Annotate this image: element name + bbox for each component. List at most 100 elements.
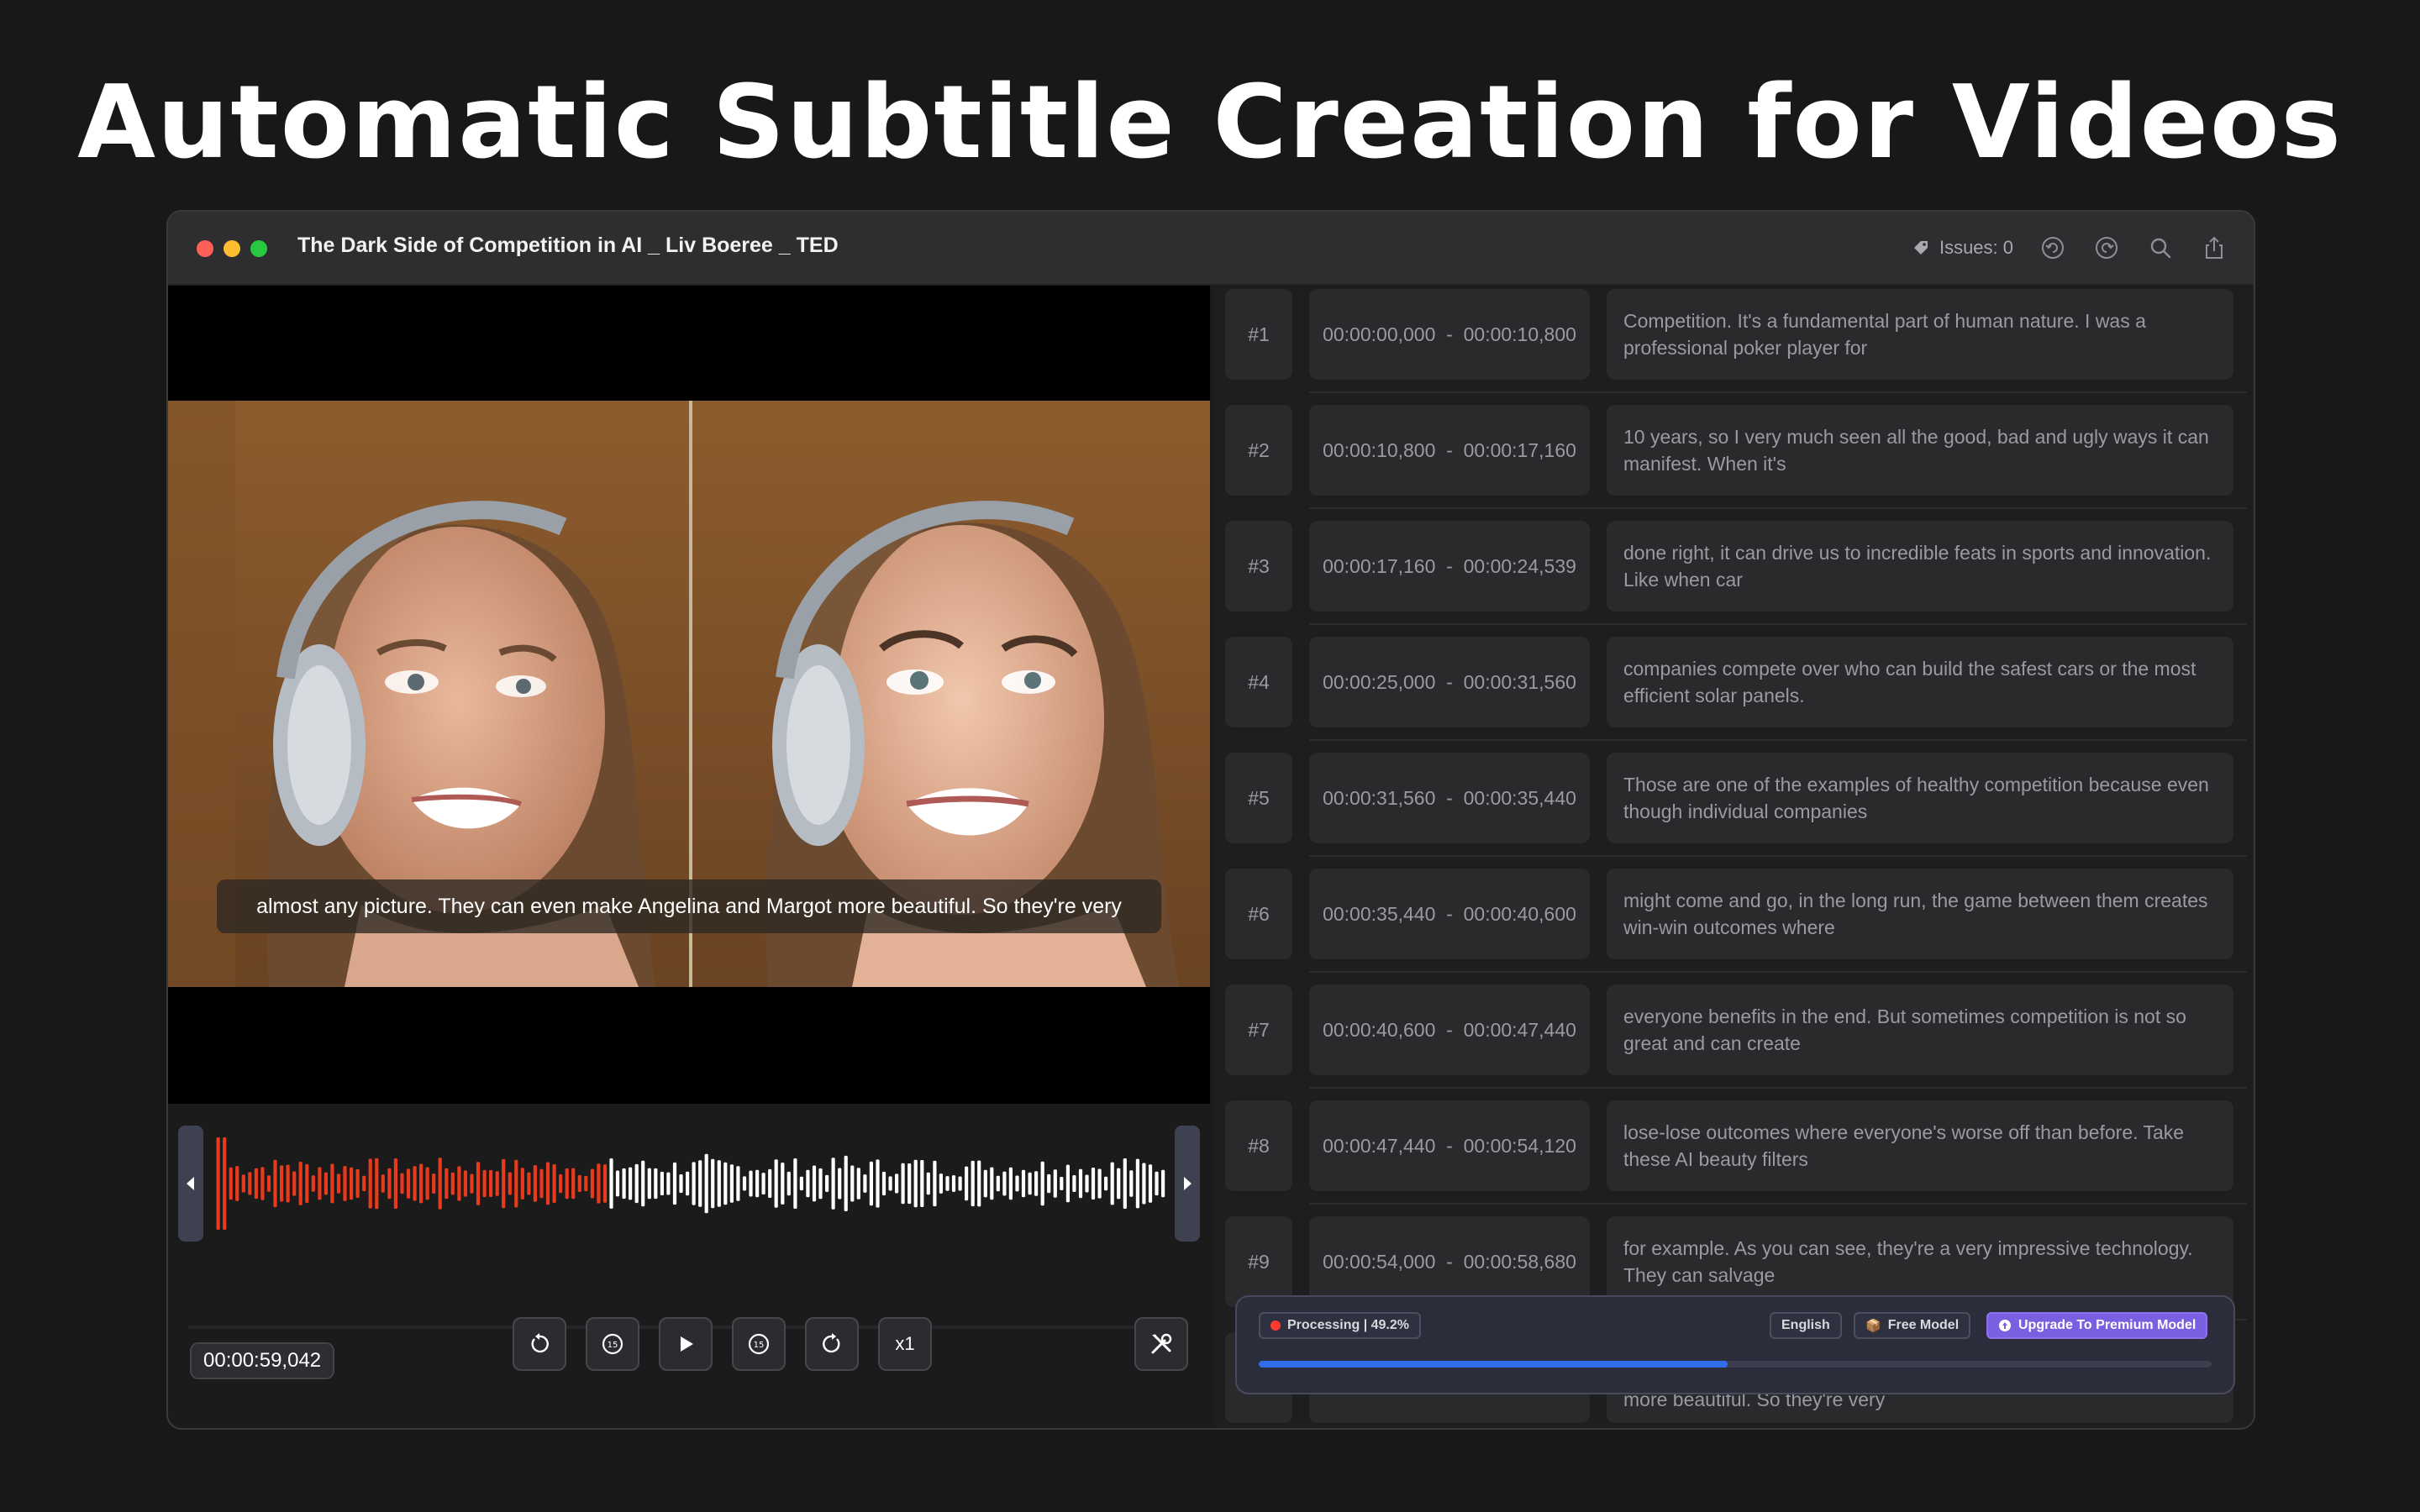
subtitle-end-time[interactable]: 00:00:17,160 [1464, 439, 1576, 462]
subtitle-text[interactable]: Competition. It's a fundamental part of … [1607, 289, 2233, 380]
subtitle-text[interactable]: Those are one of the examples of healthy… [1607, 753, 2233, 843]
subtitle-start-time[interactable]: 00:00:00,000 [1323, 323, 1435, 346]
upgrade-button[interactable]: Upgrade To Premium Model [1986, 1312, 2208, 1339]
subtitle-end-time[interactable]: 00:00:10,800 [1464, 323, 1576, 346]
subtitle-timecode[interactable]: 00:00:40,600 - 00:00:47,440 [1309, 984, 1590, 1075]
rewind-button[interactable] [513, 1317, 566, 1371]
search-button[interactable] [2146, 234, 2175, 262]
video-player[interactable]: almost any picture. They can even make A… [168, 286, 1210, 1104]
waveform-bar [1161, 1169, 1165, 1198]
subtitle-row[interactable]: #9 00:00:54,000 - 00:00:58,680 for example… [1225, 1216, 2247, 1320]
waveform-bar [514, 1159, 518, 1208]
subtitle-row[interactable]: #3 00:00:17,160 - 00:00:24,539 done right,… [1225, 521, 2247, 625]
skip-back-15-button[interactable]: 15 [586, 1317, 639, 1371]
waveform-bar [939, 1173, 943, 1194]
subtitle-text[interactable]: might come and go, in the long run, the … [1607, 869, 2233, 959]
subtitle-row[interactable]: #4 00:00:25,000 - 00:00:31,560 companies c… [1225, 637, 2247, 741]
waveform-bar [666, 1172, 671, 1195]
waveform-bar [229, 1167, 233, 1200]
minimize-window-button[interactable] [224, 240, 240, 257]
subtitle-end-time[interactable]: 00:00:24,539 [1464, 555, 1576, 578]
timeline-scroll-right-button[interactable] [1175, 1126, 1200, 1242]
subtitle-row[interactable]: #7 00:00:40,600 - 00:00:47,440 everyone be… [1225, 984, 2247, 1089]
subtitle-timecode[interactable]: 00:00:25,000 - 00:00:31,560 [1309, 637, 1590, 727]
waveform-bar [533, 1165, 537, 1202]
redo-button[interactable] [2092, 234, 2121, 262]
subtitle-row[interactable]: #6 00:00:35,440 - 00:00:40,600 might come … [1225, 869, 2247, 973]
waveform-bar [559, 1173, 563, 1194]
zoom-window-button[interactable] [250, 240, 267, 257]
subtitle-text[interactable]: lose-lose outcomes where everyone's wors… [1607, 1100, 2233, 1191]
waveform-bar [933, 1160, 937, 1207]
waveform[interactable] [215, 1126, 1166, 1242]
waveform-bar [641, 1160, 645, 1207]
subtitle-text[interactable]: 10 years, so I very much seen all the go… [1607, 405, 2233, 496]
subtitle-end-time[interactable]: 00:00:31,560 [1464, 671, 1576, 694]
subtitle-row[interactable]: #5 00:00:31,560 - 00:00:35,440 Those are o… [1225, 753, 2247, 857]
play-button[interactable] [659, 1317, 713, 1371]
waveform-bar [539, 1168, 544, 1199]
waveform-bar [463, 1170, 467, 1197]
waveform-bar [266, 1175, 271, 1192]
video-frame: almost any picture. They can even make A… [168, 401, 1210, 987]
waveform-bar [241, 1174, 245, 1193]
subtitle-list[interactable]: #1 00:00:00,000 - 00:00:10,800 Competition… [1213, 286, 2254, 1428]
row-divider [1309, 971, 2247, 973]
subtitle-timecode[interactable]: 00:00:00,000 - 00:00:10,800 [1309, 289, 1590, 380]
waveform-bar [520, 1168, 524, 1200]
waveform-bar [432, 1173, 436, 1194]
subtitle-text[interactable]: done right, it can drive us to incredibl… [1607, 521, 2233, 612]
time-separator: - [1435, 323, 1464, 345]
subtitle-text[interactable]: companies compete over who can build the… [1607, 637, 2233, 727]
tools-button[interactable] [1134, 1317, 1188, 1371]
close-window-button[interactable] [197, 240, 213, 257]
subtitle-start-time[interactable]: 00:00:10,800 [1323, 439, 1435, 462]
subtitle-row[interactable]: #1 00:00:00,000 - 00:00:10,800 Competition… [1225, 289, 2247, 393]
issues-indicator[interactable]: Issues: 0 [1911, 237, 2013, 259]
subtitle-timecode[interactable]: 00:00:54,000 - 00:00:58,680 [1309, 1216, 1590, 1307]
share-button[interactable] [2200, 234, 2228, 262]
subtitle-end-time[interactable]: 00:00:40,600 [1464, 903, 1576, 926]
subtitle-end-time[interactable]: 00:00:47,440 [1464, 1019, 1576, 1042]
subtitle-row[interactable]: #2 00:00:10,800 - 00:00:17,160 10 years, s… [1225, 405, 2247, 509]
subtitle-end-time[interactable]: 00:00:58,680 [1464, 1251, 1576, 1273]
subtitle-row[interactable]: #8 00:00:47,440 - 00:00:54,120 lose-lose o… [1225, 1100, 2247, 1205]
waveform-bar [838, 1168, 842, 1200]
language-selector[interactable]: English [1770, 1312, 1842, 1339]
current-time-display: 00:00:59,042 [190, 1342, 335, 1379]
upgrade-label: Upgrade To Premium Model [2018, 1318, 2196, 1332]
waveform-bar [565, 1168, 569, 1200]
waveform-bar [679, 1174, 683, 1194]
subtitle-timecode[interactable]: 00:00:17,160 - 00:00:24,539 [1309, 521, 1590, 612]
subtitle-start-time[interactable]: 00:00:54,000 [1323, 1251, 1435, 1273]
subtitle-start-time[interactable]: 00:00:35,440 [1323, 903, 1435, 926]
subtitle-text[interactable]: for example. As you can see, they're a v… [1607, 1216, 2233, 1307]
waveform-bar [806, 1169, 810, 1198]
waveform-bar [223, 1137, 227, 1230]
waveform-bar [1028, 1172, 1032, 1195]
subtitle-end-time[interactable]: 00:00:35,440 [1464, 787, 1576, 810]
subtitle-text[interactable]: everyone benefits in the end. But someti… [1607, 984, 2233, 1075]
waveform-bar [660, 1171, 664, 1195]
subtitle-timecode[interactable]: 00:00:10,800 - 00:00:17,160 [1309, 405, 1590, 496]
waveform-bar [235, 1166, 239, 1201]
fast-forward-button[interactable] [805, 1317, 859, 1371]
subtitle-start-time[interactable]: 00:00:40,600 [1323, 1019, 1435, 1042]
timeline-scroll-left-button[interactable] [178, 1126, 203, 1242]
subtitle-start-time[interactable]: 00:00:17,160 [1323, 555, 1435, 578]
playback-speed-button[interactable]: x1 [878, 1317, 932, 1371]
undo-button[interactable] [2039, 234, 2067, 262]
waveform-bar [622, 1168, 626, 1200]
subtitle-start-time[interactable]: 00:00:47,440 [1323, 1135, 1435, 1158]
skip-forward-15-button[interactable]: 15 [732, 1317, 786, 1371]
subtitle-end-time[interactable]: 00:00:54,120 [1464, 1135, 1576, 1158]
subtitle-timecode[interactable]: 00:00:47,440 - 00:00:54,120 [1309, 1100, 1590, 1191]
subtitle-timecode[interactable]: 00:00:35,440 - 00:00:40,600 [1309, 869, 1590, 959]
subtitle-start-time[interactable]: 00:00:25,000 [1323, 671, 1435, 694]
waveform-bar [1117, 1168, 1121, 1200]
subtitle-timecode[interactable]: 00:00:31,560 - 00:00:35,440 [1309, 753, 1590, 843]
model-selector[interactable]: 📦 Free Model [1854, 1312, 1971, 1339]
waveform-bar [1065, 1164, 1070, 1203]
tag-icon [1913, 241, 1928, 255]
subtitle-start-time[interactable]: 00:00:31,560 [1323, 787, 1435, 810]
